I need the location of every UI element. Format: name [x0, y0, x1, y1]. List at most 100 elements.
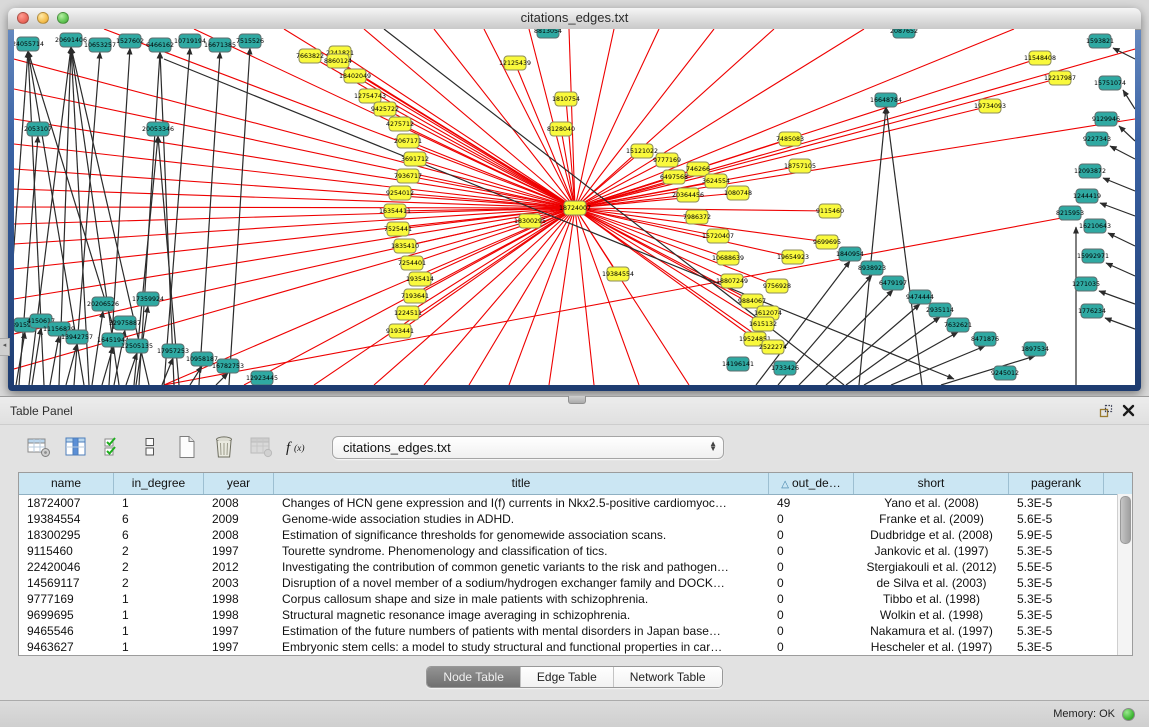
- new-document-icon[interactable]: [172, 433, 202, 461]
- table-row[interactable]: 1456911722003Disruption of a novel membe…: [19, 575, 1132, 591]
- graph-node-label: 12923445: [246, 375, 278, 382]
- column-header-title[interactable]: title: [274, 473, 769, 494]
- table-row[interactable]: 1938455462009Genome-wide association stu…: [19, 511, 1132, 527]
- show-columns-icon[interactable]: [61, 433, 91, 461]
- sidebar-collapse-handle[interactable]: ◂: [0, 338, 10, 356]
- graph-node-label: 13942757: [61, 334, 93, 341]
- graph-edge: [1100, 203, 1135, 216]
- table-cell: 5.3E-5: [1009, 543, 1104, 559]
- column-header-short[interactable]: short: [854, 473, 1009, 494]
- table-row[interactable]: 1830029562008Estimation of significance …: [19, 527, 1132, 543]
- scrollbar-thumb[interactable]: [1120, 496, 1131, 544]
- table-cell: Dudbridge et al. (2008): [854, 527, 1009, 543]
- graph-node-label: 18402049: [339, 73, 371, 80]
- memory-status-indicator[interactable]: [1122, 708, 1135, 721]
- table-row[interactable]: 946554611997Estimation of the future num…: [19, 623, 1132, 639]
- table-cell: 22420046: [19, 559, 114, 575]
- graph-node-label: 1612074: [754, 310, 782, 317]
- graph-node-label: 18724007: [559, 205, 591, 212]
- citation-network-graph[interactable]: 1872400715121022977716964975687462663624…: [14, 29, 1135, 385]
- close-panel-icon[interactable]: [1117, 402, 1139, 420]
- table-cell: 0: [769, 511, 854, 527]
- table-cell: 2012: [204, 559, 274, 575]
- network-canvas[interactable]: 1872400715121022977716964975687462663624…: [14, 29, 1135, 385]
- tab-network-table[interactable]: Network Table: [613, 667, 722, 687]
- graph-node-label: 12754743: [354, 93, 386, 100]
- graph-edge: [1119, 126, 1135, 141]
- graph-node-label: 6479197: [879, 280, 907, 287]
- table-row[interactable]: 2242004622012Investigating the contribut…: [19, 559, 1132, 575]
- table-row[interactable]: 946362711997Embryonic stem cells: a mode…: [19, 639, 1132, 655]
- graph-edge: [799, 290, 893, 385]
- select-columns-icon[interactable]: [98, 433, 128, 461]
- rows-icon[interactable]: [135, 433, 165, 461]
- desktop: citations_edges.txt 18724007151210229777…: [0, 0, 1149, 396]
- column-header-name[interactable]: name: [19, 473, 114, 494]
- table-cell: Changes of HCN gene expression and I(f) …: [274, 495, 769, 511]
- graph-node-label: 16210643: [1079, 223, 1111, 230]
- table-cell: 6: [114, 511, 204, 527]
- window-minimize-button[interactable]: [37, 12, 49, 24]
- graph-node-label: 1080748: [724, 190, 752, 197]
- graph-edge: [1103, 178, 1135, 191]
- table-cell: Nakamura et al. (1997): [854, 623, 1009, 639]
- table-row[interactable]: 1872400712008Changes of HCN gene express…: [19, 495, 1132, 511]
- table-settings-icon[interactable]: [24, 433, 54, 461]
- graph-node-label: 15751074: [1094, 80, 1126, 87]
- graph-node-label: 12125439: [499, 60, 531, 67]
- graph-node-label: 20053346: [142, 126, 174, 133]
- graph-node-label: 7485083: [776, 136, 804, 143]
- column-header-year[interactable]: year: [204, 473, 274, 494]
- window-zoom-button[interactable]: [57, 12, 69, 24]
- table-cell: 0: [769, 527, 854, 543]
- table-body: 1872400712008Changes of HCN gene express…: [19, 495, 1132, 655]
- table-row[interactable]: 977716911998Corpus callosum shape and si…: [19, 591, 1132, 607]
- graph-edge: [575, 29, 1014, 208]
- column-header-out_de[interactable]: △out_de…: [769, 473, 854, 494]
- table-cell: 2: [114, 543, 204, 559]
- graph-edge: [941, 356, 1035, 385]
- tab-node-table[interactable]: Node Table: [427, 667, 520, 687]
- network-window-titlebar[interactable]: citations_edges.txt: [8, 8, 1141, 30]
- table-cell: 5.3E-5: [1009, 495, 1104, 511]
- graph-node-label: 18757105: [784, 163, 816, 170]
- table-cell: 18300295: [19, 527, 114, 543]
- column-header-in_degree[interactable]: in_degree: [114, 473, 204, 494]
- table-cell: Hescheler et al. (1997): [854, 639, 1009, 655]
- graph-node-label: 2067171: [394, 138, 422, 145]
- float-panel-icon[interactable]: [1095, 402, 1117, 420]
- table-cell: 9463627: [19, 639, 114, 655]
- network-table-selector[interactable]: citations_edges.txt ▲▼: [332, 436, 724, 459]
- table-panel-title: Table Panel: [10, 404, 1095, 418]
- table-row[interactable]: 969969511998Structural magnetic resonanc…: [19, 607, 1132, 623]
- graph-edge: [164, 208, 575, 385]
- graph-edge: [16, 332, 25, 385]
- graph-node-label: 17957253: [157, 348, 189, 355]
- graph-node-label: 10688639: [712, 255, 744, 262]
- table-tabs-row: Node TableEdge TableNetwork Table: [0, 666, 1149, 688]
- graph-edge: [891, 346, 985, 385]
- table-cell: 1997: [204, 623, 274, 639]
- graph-node-label: 8938923: [858, 265, 886, 272]
- table-toolbar: f (x) citations_edges.txt ▲▼: [0, 425, 1149, 469]
- graph-edge: [400, 208, 575, 331]
- window-close-button[interactable]: [17, 12, 29, 24]
- table-cell: 1998: [204, 591, 274, 607]
- graph-node-label: 8860124: [324, 58, 352, 65]
- table-cell: 0: [769, 591, 854, 607]
- function-builder-icon[interactable]: f (x): [283, 433, 313, 461]
- table-vertical-scrollbar[interactable]: [1117, 494, 1132, 655]
- graph-node-label: 15992971: [1077, 253, 1109, 260]
- graph-node-label: 1840954: [836, 251, 864, 258]
- graph-edge: [575, 29, 659, 208]
- graph-edge: [14, 51, 28, 385]
- table-row[interactable]: 911546021997Tourette syndrome. Phenomeno…: [19, 543, 1132, 559]
- node-table: namein_degreeyeartitle△out_de…shortpager…: [18, 472, 1133, 656]
- table-type-tabs: Node TableEdge TableNetwork Table: [426, 666, 722, 688]
- tab-edge-table[interactable]: Edge Table: [520, 667, 613, 687]
- table-cell: 2003: [204, 575, 274, 591]
- delete-trash-icon[interactable]: [209, 433, 239, 461]
- graph-edge: [102, 347, 113, 385]
- panel-splitter-grip[interactable]: [568, 396, 586, 404]
- column-header-pagerank[interactable]: pagerank: [1009, 473, 1104, 494]
